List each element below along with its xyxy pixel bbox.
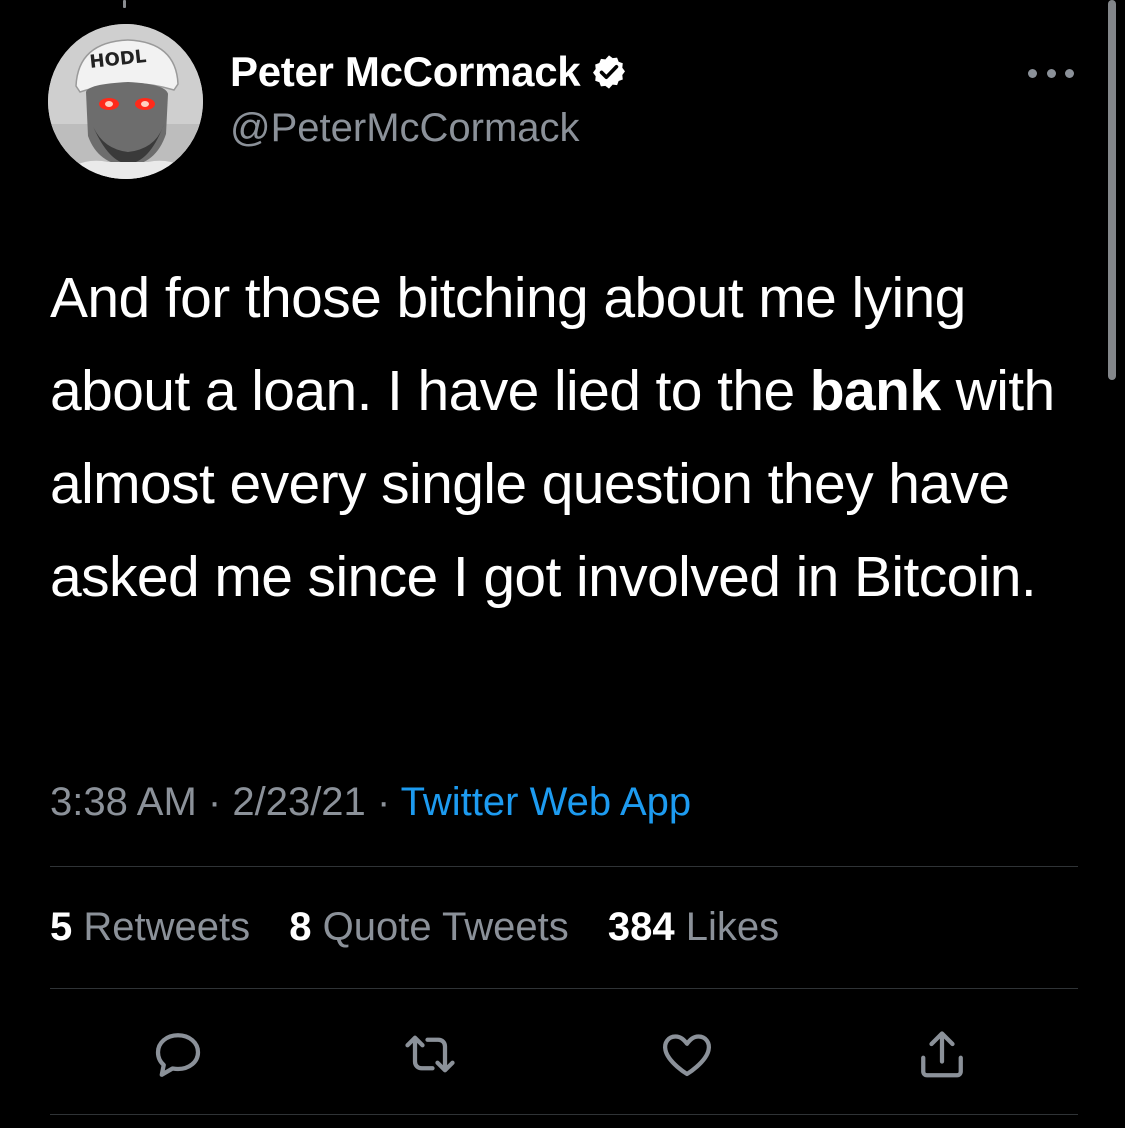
tweet-meta: 3:38 AM · 2/23/21 · Twitter Web App (50, 780, 691, 825)
likes-label: Likes (685, 905, 780, 949)
divider (50, 1114, 1078, 1115)
quote-tweets-stat[interactable]: 8 Quote Tweets (289, 905, 568, 949)
tweet-source-link[interactable]: Twitter Web App (401, 780, 692, 824)
author-handle[interactable]: @PeterMcCormack (230, 106, 580, 151)
likes-count: 384 (607, 905, 675, 949)
tweet-text-bold: bank (809, 359, 941, 423)
more-dot (1065, 68, 1074, 78)
reply-icon (155, 1033, 201, 1077)
retweets-count: 5 (50, 905, 73, 949)
divider (50, 988, 1078, 989)
more-dot (1046, 68, 1056, 78)
author-name-text: Peter McCormack (230, 48, 581, 95)
tweet-time[interactable]: 3:38 AM (50, 780, 197, 824)
like-button[interactable] (655, 1022, 719, 1086)
quote-tweets-count: 8 (289, 905, 312, 949)
scrollbar[interactable] (1108, 0, 1116, 380)
author-display-name[interactable]: Peter McCormack (230, 48, 628, 96)
verified-badge-icon (593, 55, 626, 89)
scroll-indicator-tick (123, 0, 126, 8)
meta-separator: · (376, 780, 391, 824)
meta-separator: · (207, 780, 222, 824)
more-dot (1028, 68, 1037, 78)
share-icon (921, 1031, 963, 1078)
retweet-button[interactable] (398, 1022, 462, 1086)
quote-tweets-label: Quote Tweets (322, 905, 569, 949)
retweets-stat[interactable]: 5 Retweets (50, 905, 250, 949)
reply-button[interactable] (146, 1022, 210, 1086)
tweet-text: And for those bitching about me lying ab… (50, 252, 1090, 624)
tweet-detail-view: HODL Peter McCormack @PeterMcCormack And… (0, 0, 1125, 1128)
tweet-date[interactable]: 2/23/21 (232, 780, 365, 824)
likes-stat[interactable]: 384 Likes (608, 905, 779, 949)
avatar-image: HODL (48, 24, 203, 179)
share-button[interactable] (910, 1022, 974, 1086)
divider (50, 866, 1078, 867)
like-icon (663, 1034, 711, 1077)
retweets-label: Retweets (83, 905, 251, 949)
avatar[interactable]: HODL (48, 24, 203, 179)
more-options-icon[interactable] (1028, 62, 1074, 84)
tweet-action-bar (0, 1022, 1125, 1092)
tweet-stats: 5 Retweets 8 Quote Tweets 384 Likes (50, 905, 807, 950)
retweet-icon (405, 1035, 455, 1073)
